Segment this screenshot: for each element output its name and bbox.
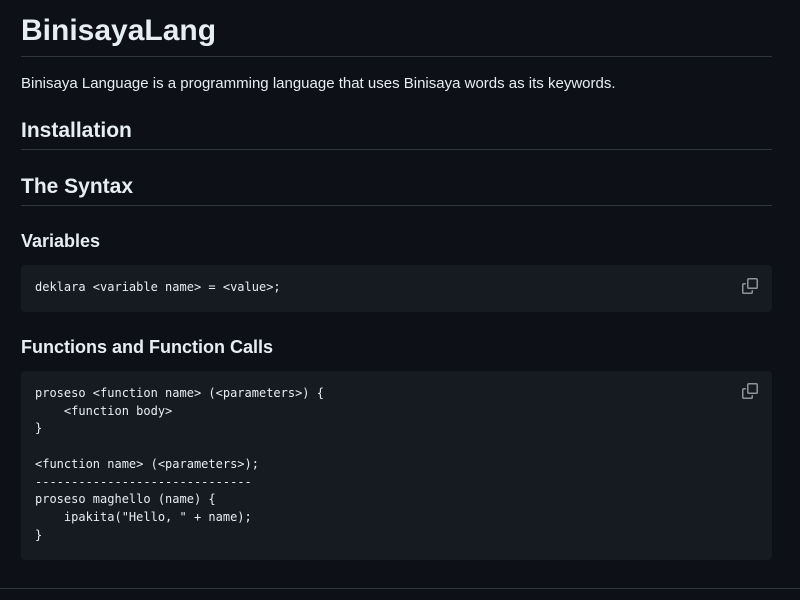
intro-text: Binisaya Language is a programming langu… (21, 75, 616, 92)
copy-icon[interactable] (742, 278, 758, 294)
copy-icon[interactable] (742, 383, 758, 399)
variables-code-block: deklara <variable name> = <value>; (21, 265, 772, 312)
functions-code[interactable]: proseso <function name> (<parameters>) {… (35, 385, 324, 544)
variables-code[interactable]: deklara <variable name> = <value>; (35, 279, 281, 297)
installation-heading: Installation (21, 119, 132, 142)
functions-code-block: proseso <function name> (<parameters>) {… (21, 371, 772, 560)
page-title: BinisayaLang (21, 14, 217, 47)
installation-divider (21, 149, 772, 150)
title-divider (21, 56, 772, 57)
variables-heading: Variables (21, 231, 101, 251)
page-bottom-divider (0, 588, 800, 589)
syntax-heading: The Syntax (21, 175, 134, 198)
functions-heading: Functions and Function Calls (21, 337, 273, 357)
syntax-divider (21, 205, 772, 206)
